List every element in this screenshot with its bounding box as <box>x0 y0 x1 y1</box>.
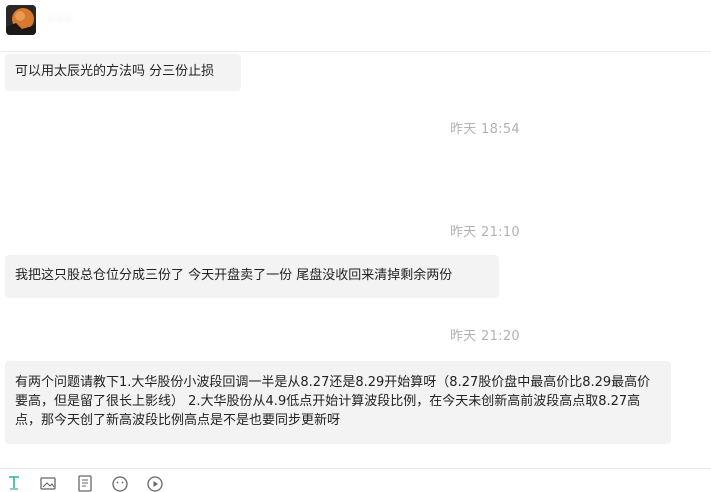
input-toolbar <box>0 468 711 492</box>
document-icon[interactable] <box>76 474 94 492</box>
message-timestamp: 昨天 18:54 <box>450 122 520 137</box>
chat-header: · · · <box>0 0 711 52</box>
message-bubble[interactable]: 我把这只股总仓位分成三份了 今天开盘卖了一份 尾盘没收回来清掉剩余两份 <box>5 255 499 298</box>
message-bubble[interactable]: 可以用太辰光的方法吗 分三份止损 <box>5 54 241 91</box>
image-icon[interactable] <box>39 474 57 492</box>
message-bubble[interactable]: 有两个问题请教下1.大华股份小波段回调一半是从8.27还是8.29开始算呀（8.… <box>5 361 671 444</box>
message-timestamp: 昨天 21:20 <box>450 329 520 344</box>
emoji-icon[interactable] <box>111 474 129 492</box>
message-text: 有两个问题请教下1.大华股份小波段回调一半是从8.27还是8.29开始算呀（8.… <box>15 375 651 428</box>
message-timestamp: 昨天 21:10 <box>450 225 520 240</box>
message-text: 可以用太辰光的方法吗 分三份止损 <box>15 64 215 79</box>
user-avatar-icon <box>6 5 36 35</box>
text-format-icon[interactable] <box>6 474 24 492</box>
contact-avatar[interactable] <box>6 5 36 35</box>
play-icon[interactable] <box>146 474 164 492</box>
message-text: 我把这只股总仓位分成三份了 今天开盘卖了一份 尾盘没收回来清掉剩余两份 <box>15 268 453 283</box>
contact-name: · · · <box>48 12 73 26</box>
